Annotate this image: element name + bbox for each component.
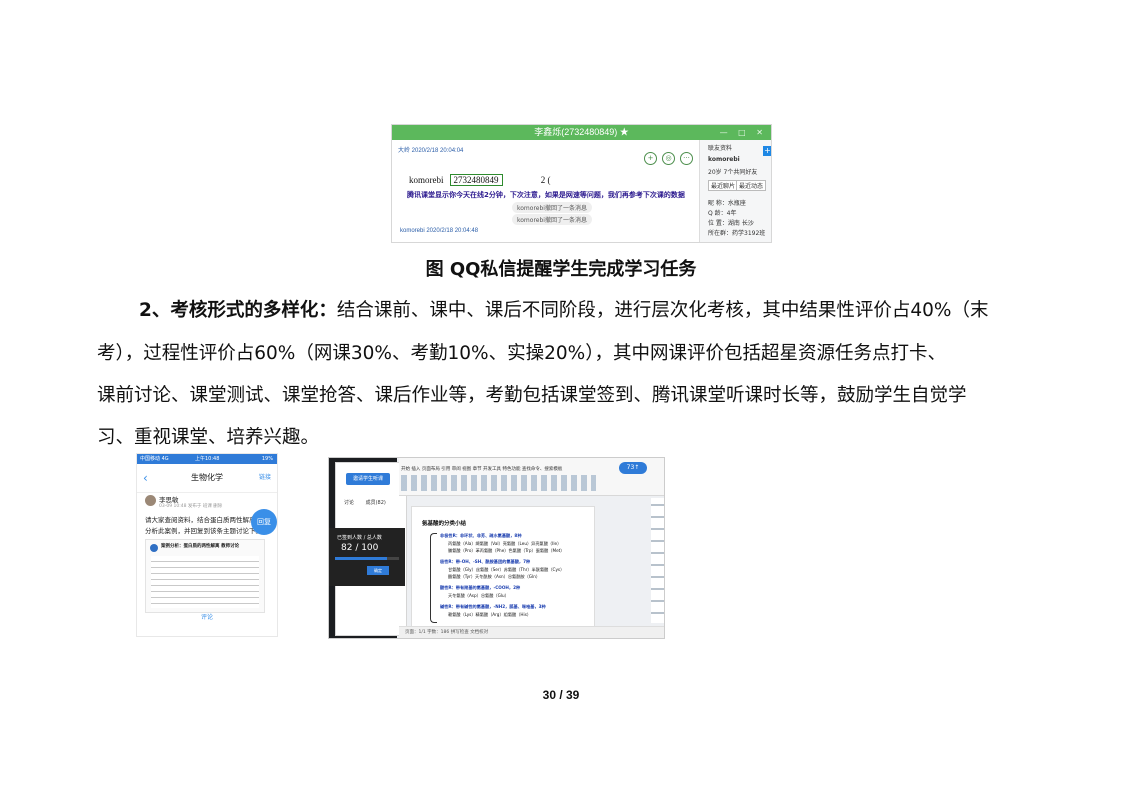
qq-chat-screenshot: 李鑫烁(2732480849) ★ — □ ✕ + ◎ ··· 大岭 2020/2/… xyxy=(391,124,772,243)
avatar xyxy=(145,495,156,506)
add-friend-icon: + xyxy=(644,152,657,165)
card-title: 案例分析：蛋白质的两性解离 教师讨论 xyxy=(161,544,240,549)
recent-photos-button: 最近聊片 xyxy=(708,180,739,191)
doc-title: 氨基酸的分类小结 xyxy=(422,521,467,527)
group-heading: 极性R：带-OH、-SH、酰胺基团的氨基酸，7种 xyxy=(440,559,531,564)
group-icon: ◎ xyxy=(662,152,675,165)
post-meta: 03-09 10:48 发布于 班课 删除 xyxy=(159,504,223,509)
qq-title-bar: 李鑫烁(2732480849) ★ — □ ✕ xyxy=(392,125,771,140)
recall-notice: komorebi撤回了一条消息 xyxy=(512,202,592,213)
amino-acid-row: 甘氨酸（Gly）丝氨酸（Ser）苏氨酸（Thr）半胱氨酸（Cys） xyxy=(448,567,565,572)
post-text: 分析此案例，并回复到该条主题讨论下。 xyxy=(145,527,262,535)
amino-acid-row: 赖氨酸（Lys）精氨酸（Arg）组氨酸（His） xyxy=(448,612,532,617)
recent-posts-button: 最近动态 xyxy=(736,180,767,191)
signin-label: 已签到人数 / 总人数 xyxy=(337,535,382,541)
recall-notice: komorebi撤回了一条消息 xyxy=(512,214,592,225)
card-body xyxy=(151,556,259,608)
right-toolbar xyxy=(651,498,664,623)
signin-progress xyxy=(335,557,399,560)
profile-row: 位 置：湖南 长沙 xyxy=(708,220,754,227)
profile-row: 所在群：药学3192班 xyxy=(708,230,766,237)
profile-row: Q 龄：4年 xyxy=(708,210,737,217)
signin-progress-fill xyxy=(335,557,388,560)
amino-acid-row: 天冬氨酸（Asp）谷氨酸（Glu） xyxy=(448,593,509,598)
qq-window-title: 李鑫烁(2732480849) ★ xyxy=(534,127,629,137)
signin-count: 82 / 100 xyxy=(341,543,379,553)
course-title: 生物化学 xyxy=(191,473,223,482)
more-icon: ··· xyxy=(680,152,693,165)
brace-shape xyxy=(430,533,437,623)
card-icon xyxy=(150,544,158,552)
amino-acid-row: 酪氨酸（Tyr）天冬酰胺（Asn）谷氨酰胺（Gln） xyxy=(448,574,541,579)
clock-text: 上午10:48 xyxy=(195,456,220,462)
qq-profile-panel: 联友资料 + komorebi 20岁 7个共同好友 最近聊片 最近动态 昵 称… xyxy=(699,140,771,242)
comment-link: 评论 xyxy=(200,614,213,621)
message-line: komorebi 2732480849 2 ( xyxy=(409,174,551,186)
profile-header: 联友资料 xyxy=(708,145,733,152)
group-heading: 碱性R：带有碱性的氨基酸，-NH2，胍基、咪唑基，3种 xyxy=(440,604,546,609)
signin-popup: 已签到人数 / 总人数 82 / 100 确定 xyxy=(329,528,405,586)
group-heading: 非极性R：非环状、非芳、疏水氨基酸，8种 xyxy=(440,533,522,538)
battery-text: 19% xyxy=(261,456,273,462)
reminder-message: 腾讯课堂显示你今天在线2分钟，下次注意，如果是网速等问题，我们再参考下次课的数据 xyxy=(407,191,685,199)
amino-acid-row: 脯氨酸（Pro）苯丙氨酸（Phe）色氨酸（Trp）蛋氨酸（Met） xyxy=(448,548,565,553)
figure-caption: 图 QQ私信提醒学生完成学习任务 xyxy=(425,259,697,280)
status-bar: 页面：1/1 字数：186 拼写检查 文档校对 xyxy=(399,626,664,638)
post-text: 请大家查阅资料，结合蛋白质两性解离 xyxy=(145,516,256,524)
link-button: 链接 xyxy=(258,474,271,481)
tencent-class-screenshot: 邀请学生听课 讨论 成员(82) 已签到人数 / 总人数 82 / 100 确定… xyxy=(328,457,665,639)
document-page: 氨基酸的分类小结 非极性R：非环状、非芳、疏水氨基酸，8种丙氨酸（Ala）缬氨酸… xyxy=(411,506,595,628)
window-controls: — □ ✕ xyxy=(719,128,767,137)
mobile-class-screenshot: 中国移动 4G 上午10:48 19% ‹ 生物化学 链接 李思敏 03-09 … xyxy=(136,453,278,637)
qq-toolbar: + ◎ ··· xyxy=(639,145,699,165)
ribbon-icons xyxy=(401,475,596,491)
paragraph-line: 2、考核形式的多样化：结合课前、课中、课后不同阶段，进行层次化考核，其中结果性评… xyxy=(97,296,1037,322)
profile-name: komorebi xyxy=(708,156,740,163)
message-timestamp: komorebi 2020/2/18 20:04:48 xyxy=(400,228,479,234)
invite-button: 邀请学生听课 xyxy=(346,473,390,485)
speed-badge: 73↑ xyxy=(619,462,647,474)
amino-acid-row: 丙氨酸（Ala）缬氨酸（Val）亮氨酸（Leu）异亮氨酸（Ile） xyxy=(448,541,562,546)
group-heading: 酸性R：带有羧基的氨基酸，-COOH，2种 xyxy=(440,585,521,590)
message-fragment: 2 ( xyxy=(540,175,551,185)
panel-tabs: 讨论 成员(82) xyxy=(344,500,386,506)
paragraph-text: 结合课前、课中、课后不同阶段，进行层次化考核，其中结果性评价占40%（末 xyxy=(336,300,989,321)
confirm-button: 确定 xyxy=(367,566,389,575)
paragraph-line: 考），过程性评价占60%（网课30%、考勤10%、实操20%），其中网课评价包括… xyxy=(97,343,946,364)
profile-row: 昵 称：水瓶座 xyxy=(708,200,746,207)
phone-status-bar: 中国移动 4G 上午10:48 19% xyxy=(137,454,277,464)
section-heading: 2、考核形式的多样化： xyxy=(139,300,337,321)
paragraph-line: 习、重视课堂、培养兴趣。 xyxy=(97,427,320,448)
carrier-text: 中国移动 4G xyxy=(140,456,169,462)
message-timestamp: 大岭 2020/2/18 20:04:04 xyxy=(398,148,464,154)
phone-header: ‹ 生物化学 链接 xyxy=(137,464,277,493)
sender-name: komorebi xyxy=(409,175,444,185)
paragraph-line: 课前讨论、课堂测试、课堂抢答、课后作业等，考勤包括课堂签到、腾讯课堂听课时长等，… xyxy=(97,385,967,406)
page-number: 30 / 39 xyxy=(542,688,580,702)
reply-bubble: 回复 xyxy=(251,509,277,535)
ribbon-tabs: 开始 插入 页面布局 引用 审阅 视图 章节 开发工具 特色功能 查找命令、搜索… xyxy=(401,467,563,472)
profile-tag: 20岁 7个共同好友 xyxy=(708,169,758,176)
qq-number-box: 2732480849 xyxy=(449,174,503,186)
add-icon: + xyxy=(763,146,771,156)
case-card: 案例分析：蛋白质的两性解离 教师讨论 xyxy=(145,539,265,613)
qq-chat-area: + ◎ ··· 大岭 2020/2/18 20:04:04 komorebi 2732… xyxy=(392,140,699,242)
status-text: 页面：1/1 字数：186 拼写检查 文档校对 xyxy=(405,630,489,635)
